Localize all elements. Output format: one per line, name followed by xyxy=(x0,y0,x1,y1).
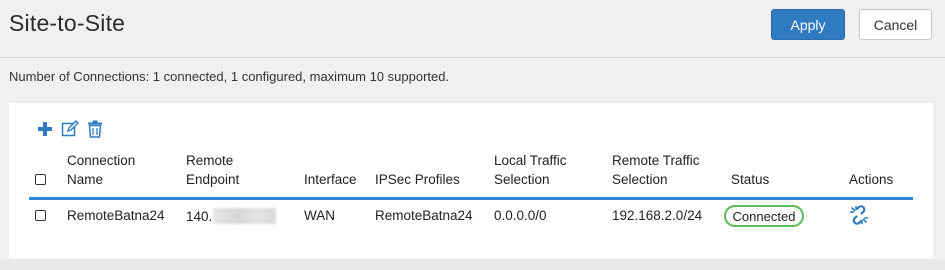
col-actions: Actions xyxy=(849,172,894,187)
col-ipsec-profiles[interactable]: IPSec Profiles xyxy=(375,170,460,189)
col-remote-endpoint[interactable]: Remote Endpoint xyxy=(186,151,239,189)
col-remote-endpoint-line1: Remote xyxy=(186,153,234,168)
apply-button[interactable]: Apply xyxy=(771,9,845,40)
redacted-ip-segment xyxy=(213,208,277,224)
col-connection-name-line1: Connection xyxy=(67,153,136,168)
col-connection-name-line2: Name xyxy=(67,172,104,187)
remote-endpoint-value: 140. xyxy=(186,209,213,224)
add-icon[interactable] xyxy=(36,120,54,138)
page-header: Site-to-Site Apply Cancel xyxy=(0,0,945,56)
cell-ipsec-profile: RemoteBatna24 xyxy=(375,208,473,223)
cancel-button[interactable]: Cancel xyxy=(859,9,932,40)
row-checkbox[interactable] xyxy=(35,210,46,221)
cell-remote-traffic: 192.168.2.0/24 xyxy=(612,208,703,223)
select-all-checkbox[interactable] xyxy=(35,174,46,185)
status-badge: Connected xyxy=(724,205,804,227)
disconnect-link-icon[interactable] xyxy=(849,205,869,225)
col-remote-endpoint-line2: Endpoint xyxy=(186,172,240,187)
col-interface[interactable]: Interface xyxy=(304,170,357,189)
page-title: Site-to-Site xyxy=(9,10,126,36)
cell-remote-endpoint: 140. xyxy=(186,208,277,225)
col-connection-name[interactable]: Connection Name xyxy=(67,151,135,189)
bottom-strip xyxy=(0,259,945,270)
col-local-traffic-line2: Selection xyxy=(494,172,550,187)
table-toolbar xyxy=(36,119,104,139)
col-local-traffic[interactable]: Local Traffic Selection xyxy=(494,151,567,189)
connection-summary: Number of Connections: 1 connected, 1 co… xyxy=(9,69,450,84)
table-header-rule xyxy=(29,197,913,200)
col-remote-traffic[interactable]: Remote Traffic Selection xyxy=(612,151,700,189)
header-divider xyxy=(0,57,945,58)
delete-icon[interactable] xyxy=(86,120,104,138)
edit-icon[interactable] xyxy=(61,120,79,138)
connections-panel: Connection Name Remote Endpoint Interfac… xyxy=(9,103,933,259)
col-status[interactable]: Status xyxy=(731,170,769,189)
cell-connection-name: RemoteBatna24 xyxy=(67,208,165,223)
cell-interface: WAN xyxy=(304,208,335,223)
col-remote-traffic-line2: Selection xyxy=(612,172,668,187)
col-remote-traffic-line1: Remote Traffic xyxy=(612,153,700,168)
col-local-traffic-line1: Local Traffic xyxy=(494,153,567,168)
cell-local-traffic: 0.0.0.0/0 xyxy=(494,208,547,223)
